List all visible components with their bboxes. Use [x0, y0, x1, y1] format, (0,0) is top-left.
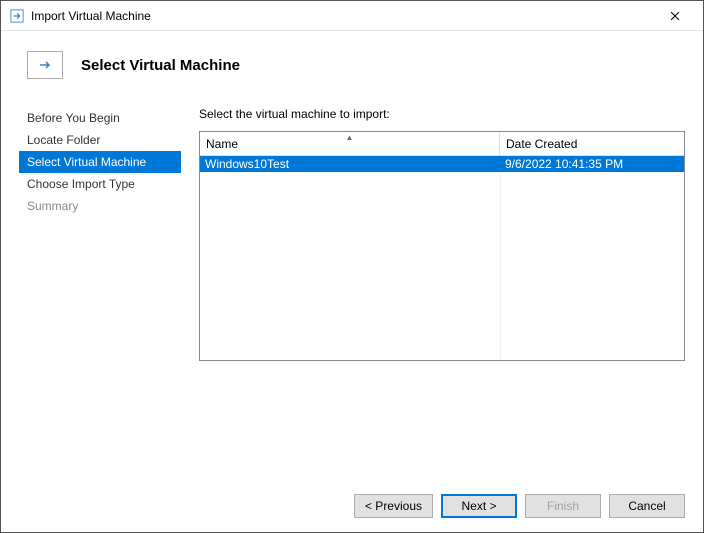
column-header-date[interactable]: Date Created: [500, 132, 684, 155]
vm-list: Name ▲ Date Created Windows10Test 9/6/20…: [199, 131, 685, 361]
wizard-sidebar: Before You Begin Locate Folder Select Vi…: [19, 103, 181, 480]
cell-date: 9/6/2022 10:41:35 PM: [500, 156, 684, 172]
grid-header: Name ▲ Date Created: [200, 132, 684, 156]
wizard-header: Select Virtual Machine: [1, 31, 703, 103]
cancel-button[interactable]: Cancel: [609, 494, 685, 518]
column-header-name[interactable]: Name ▲: [200, 132, 500, 155]
sidebar-item-locate-folder[interactable]: Locate Folder: [19, 129, 181, 151]
page-title: Select Virtual Machine: [81, 57, 240, 74]
previous-button[interactable]: < Previous: [354, 494, 433, 518]
cell-name: Windows10Test: [200, 156, 500, 172]
wizard-window: Import Virtual Machine Select Virtual Ma…: [0, 0, 704, 533]
sidebar-item-before-you-begin[interactable]: Before You Begin: [19, 107, 181, 129]
main-panel: Select the virtual machine to import: Na…: [199, 103, 685, 480]
sidebar-item-choose-import-type[interactable]: Choose Import Type: [19, 173, 181, 195]
import-large-icon: [27, 51, 63, 79]
finish-button: Finish: [525, 494, 601, 518]
sidebar-item-select-virtual-machine[interactable]: Select Virtual Machine: [19, 151, 181, 173]
titlebar: Import Virtual Machine: [1, 1, 703, 31]
grid-body: Windows10Test 9/6/2022 10:41:35 PM: [200, 156, 684, 360]
next-button[interactable]: Next >: [441, 494, 517, 518]
column-header-date-label: Date Created: [506, 137, 577, 151]
wizard-footer: < Previous Next > Finish Cancel: [1, 480, 703, 532]
column-header-name-label: Name: [206, 137, 238, 151]
sort-ascending-icon: ▲: [346, 133, 354, 142]
instruction-text: Select the virtual machine to import:: [199, 103, 685, 131]
wizard-body: Before You Begin Locate Folder Select Vi…: [1, 103, 703, 480]
import-icon: [9, 8, 25, 24]
table-row[interactable]: Windows10Test 9/6/2022 10:41:35 PM: [200, 156, 684, 172]
sidebar-item-summary: Summary: [19, 195, 181, 217]
window-title: Import Virtual Machine: [31, 9, 655, 23]
close-button[interactable]: [655, 2, 695, 30]
